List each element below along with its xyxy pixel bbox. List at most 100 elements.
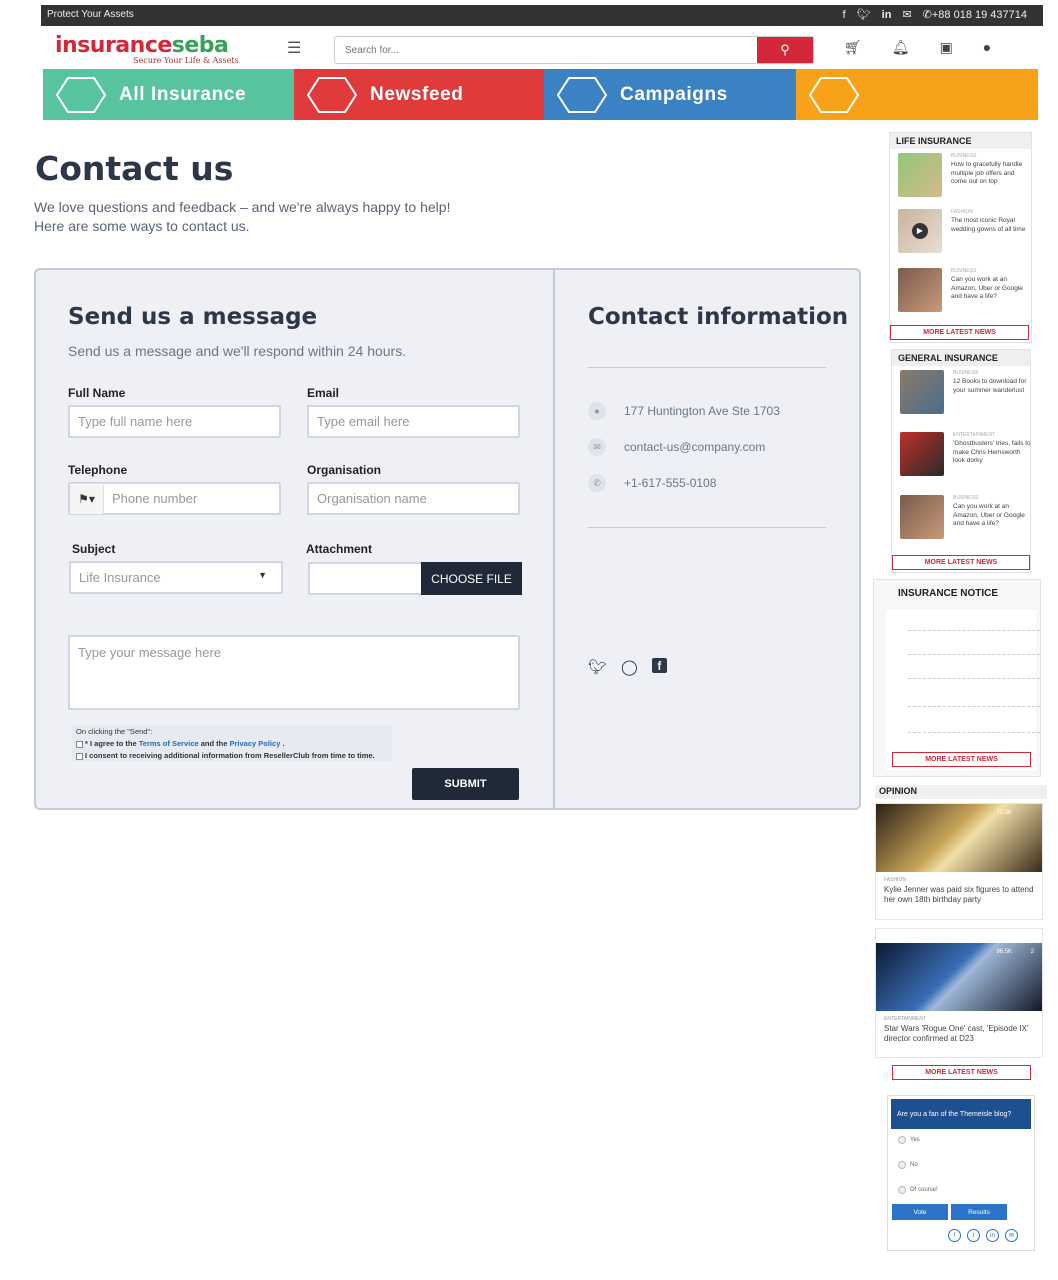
widget-title: GENERAL INSURANCE bbox=[892, 350, 1030, 366]
news-title: The most iconic Royal wedding gowns of a… bbox=[951, 217, 1026, 233]
tile-newsfeed[interactable]: Newsfeed bbox=[294, 69, 544, 120]
poll-option[interactable]: Yes bbox=[898, 1136, 920, 1144]
telephone-field[interactable]: ⚑▾ Phone number bbox=[68, 482, 281, 515]
news-title: Can you work at an Amazon, Uber or Googl… bbox=[951, 276, 1023, 300]
radio-button[interactable] bbox=[898, 1161, 906, 1169]
thumbnail bbox=[900, 495, 944, 539]
search-icon: ⚲ bbox=[780, 42, 790, 57]
news-category: BUSINESS bbox=[953, 370, 979, 376]
privacy-link[interactable]: Privacy Policy bbox=[230, 739, 281, 748]
page-title: Contact us bbox=[35, 149, 234, 188]
search-input[interactable] bbox=[335, 37, 757, 63]
radio-button[interactable] bbox=[898, 1136, 906, 1144]
poll-widget: Are you a fan of the Themeisle blog? Yes… bbox=[887, 1095, 1035, 1251]
full-name-label: Full Name bbox=[68, 386, 126, 400]
comments-count: 2 bbox=[1030, 949, 1034, 955]
opinion-card[interactable]: 72.0K FASHION Kylie Jenner was paid six … bbox=[875, 803, 1043, 920]
notice-list bbox=[886, 610, 1040, 770]
subject-select[interactable]: Life Insurance ▼ bbox=[69, 561, 283, 594]
cart-icon[interactable]: 🛒︎ bbox=[844, 39, 862, 56]
news-item[interactable]: BUSINESS Can you work at an Amazon, Uber … bbox=[898, 268, 1033, 318]
notice-line bbox=[908, 630, 1040, 631]
consent1-text-a: * I agree to the bbox=[85, 739, 139, 748]
opinion-image: 72.0K bbox=[876, 804, 1042, 872]
consent1-text-b: and the bbox=[198, 739, 230, 748]
news-item[interactable]: BUSINESS How to gracefully handle multipl… bbox=[898, 153, 1033, 203]
news-category: FASHION bbox=[951, 209, 973, 215]
vote-button[interactable]: Vote bbox=[892, 1204, 948, 1220]
menu-icon[interactable]: ☰ bbox=[287, 38, 301, 58]
phone-row: ✆ +1-617-555-0108 bbox=[588, 474, 716, 492]
flag-dropdown[interactable]: ⚑▾ bbox=[70, 485, 104, 514]
linkedin-icon[interactable]: in bbox=[986, 1229, 999, 1242]
category-tiles: All Insurance Newsfeed Campaigns bbox=[43, 69, 1038, 120]
opinion-card[interactable]: 96.5K 2 ENTERTAINMENT Star Wars 'Rogue On… bbox=[875, 928, 1043, 1058]
message-field[interactable]: Type your message here bbox=[68, 635, 520, 710]
twitter-icon[interactable]: 🐦︎ bbox=[588, 658, 607, 676]
play-icon: ▶ bbox=[912, 223, 928, 239]
organisation-label: Organisation bbox=[307, 463, 382, 477]
logo[interactable]: insuranceseba Secure Your Life & Assets bbox=[55, 33, 239, 65]
email-text[interactable]: contact-us@company.com bbox=[624, 440, 765, 454]
life-insurance-widget: LIFE INSURANCE BUSINESS How to gracefully… bbox=[889, 132, 1032, 343]
hexagon-icon bbox=[808, 76, 860, 113]
news-category: BUSINESS bbox=[951, 268, 977, 274]
facebook-icon[interactable]: f bbox=[843, 9, 846, 21]
twitter-icon[interactable]: 🐦︎ bbox=[857, 8, 871, 21]
poll-option[interactable]: No bbox=[898, 1161, 918, 1169]
facebook-icon[interactable]: f bbox=[651, 658, 667, 673]
consent-intro: On clicking the "Send": bbox=[76, 727, 153, 736]
phone-text[interactable]: +1-617-555-0108 bbox=[624, 476, 716, 490]
form-subheading: Send us a message and we'll respond with… bbox=[68, 343, 407, 359]
phone-icon: ✆ bbox=[588, 474, 606, 492]
telephone-placeholder: Phone number bbox=[112, 491, 198, 506]
full-name-field[interactable]: Type full name here bbox=[68, 405, 281, 438]
intro-line-1: We love questions and feedback – and we'… bbox=[34, 199, 451, 215]
tile-more[interactable] bbox=[796, 69, 1038, 120]
bell-icon[interactable]: 🔔︎ bbox=[892, 39, 910, 56]
choose-file-button[interactable]: CHOOSE FILE bbox=[421, 562, 522, 595]
twitter-icon[interactable]: t bbox=[967, 1229, 980, 1242]
opinion-category: ENTERTAINMENT bbox=[884, 1016, 927, 1022]
terms-checkbox[interactable] bbox=[76, 740, 83, 748]
email-field[interactable]: Type email here bbox=[307, 405, 520, 438]
top-phone[interactable]: +88 018 19 437714 bbox=[932, 9, 1027, 21]
mail-icon[interactable]: ✉ bbox=[1005, 1229, 1018, 1242]
facebook-icon[interactable]: f bbox=[948, 1229, 961, 1242]
search-button[interactable]: ⚲ bbox=[757, 37, 813, 63]
attachment-field bbox=[308, 562, 423, 595]
hexagon-icon bbox=[556, 76, 608, 113]
user-icon[interactable]: ● bbox=[983, 39, 991, 56]
poll-option[interactable]: Of course! bbox=[898, 1186, 938, 1194]
news-item[interactable]: BUSINESS Can you work at an Amazon, Uber … bbox=[900, 495, 1035, 545]
news-title: How to gracefully handle multiple job of… bbox=[951, 161, 1023, 185]
results-button[interactable]: Results bbox=[951, 1204, 1007, 1220]
news-item[interactable]: BUSINESS 12 Books to download for your su… bbox=[900, 370, 1035, 420]
radio-button[interactable] bbox=[898, 1186, 906, 1194]
more-latest-news-button[interactable]: MORE LATEST NEWS bbox=[892, 1065, 1031, 1080]
more-latest-news-button[interactable]: MORE LATEST NEWS bbox=[892, 555, 1030, 570]
notice-line bbox=[908, 678, 1040, 679]
hexagon-icon bbox=[55, 76, 107, 113]
organisation-field[interactable]: Organisation name bbox=[307, 482, 520, 515]
chat-icon[interactable]: ▣ bbox=[940, 39, 953, 56]
tile-campaigns[interactable]: Campaigns bbox=[544, 69, 796, 120]
more-latest-news-button[interactable]: MORE LATEST NEWS bbox=[890, 325, 1029, 340]
submit-button[interactable]: SUBMIT bbox=[412, 768, 519, 800]
mail-icon[interactable]: ✉ bbox=[902, 8, 911, 21]
news-item[interactable]: ▶ FASHION The most iconic Royal wedding go… bbox=[898, 209, 1033, 259]
subject-label: Subject bbox=[72, 542, 116, 556]
terms-link[interactable]: Terms of Service bbox=[139, 739, 199, 748]
linkedin-icon[interactable]: in bbox=[882, 9, 892, 21]
marketing-checkbox[interactable] bbox=[76, 752, 83, 760]
notice-line bbox=[908, 732, 1040, 733]
divider-line bbox=[588, 527, 826, 528]
news-item[interactable]: ENTERTAINMENT 'Ghostbusters' tries, fails… bbox=[900, 432, 1035, 482]
attachment-label: Attachment bbox=[306, 542, 373, 556]
more-latest-news-button[interactable]: MORE LATEST NEWS bbox=[892, 752, 1031, 767]
poll-option-label: Of course! bbox=[910, 1187, 938, 1193]
news-title: 'Ghostbusters' tries, fails to make Chri… bbox=[953, 440, 1031, 464]
tile-all-insurance[interactable]: All Insurance bbox=[43, 69, 294, 120]
instagram-icon[interactable]: ◯ bbox=[621, 658, 638, 676]
opinion-category: FASHION bbox=[884, 877, 906, 883]
